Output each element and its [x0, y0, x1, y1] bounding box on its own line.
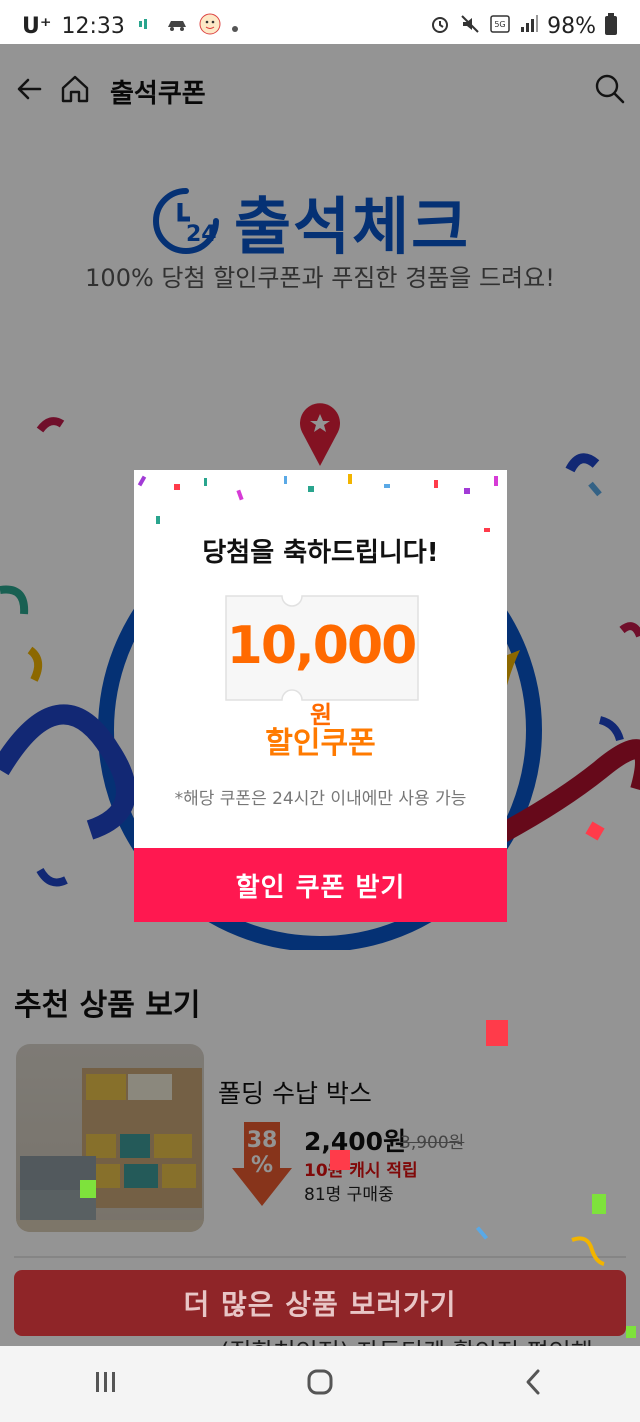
avatar-icon: [199, 13, 221, 40]
signal-icon: [519, 14, 539, 39]
coupon-note: *해당 쿠폰은 24시간 이내에만 사용 가능: [174, 789, 467, 809]
mute-icon: [459, 13, 481, 40]
coupon-ticket: 10,000원: [222, 594, 420, 729]
cloud-icon: [135, 14, 155, 38]
battery-percent: 98%: [547, 13, 596, 39]
modal-confetti: [137, 474, 498, 532]
more-products-button[interactable]: 더 많은 상품 보러가기: [14, 1270, 626, 1336]
svg-text:5G: 5G: [494, 20, 505, 29]
car-icon: [165, 14, 189, 38]
system-nav-bar: [0, 1346, 640, 1422]
battery-icon: [604, 12, 618, 41]
coupon-win-modal: 당첨을 축하드립니다! 10,000원 할인쿠폰 *해당 쿠폰은 24시간 이내…: [134, 470, 507, 922]
carrier-label: U⁺: [22, 13, 52, 39]
coupon-amount-value: 10,000: [226, 616, 418, 676]
get-coupon-button[interactable]: 할인 쿠폰 받기: [134, 848, 507, 922]
dot-icon: [231, 14, 239, 38]
modal-title: 당첨을 축하드립니다!: [202, 538, 439, 568]
clock: 12:33: [61, 13, 125, 39]
coupon-label: 할인쿠폰: [265, 726, 376, 761]
back-chevron-icon[interactable]: [519, 1367, 549, 1401]
recent-apps-icon[interactable]: [91, 1367, 121, 1401]
home-circle-icon[interactable]: [304, 1366, 336, 1402]
5g-icon: 5G: [489, 13, 511, 40]
alarm-icon: [429, 13, 451, 40]
